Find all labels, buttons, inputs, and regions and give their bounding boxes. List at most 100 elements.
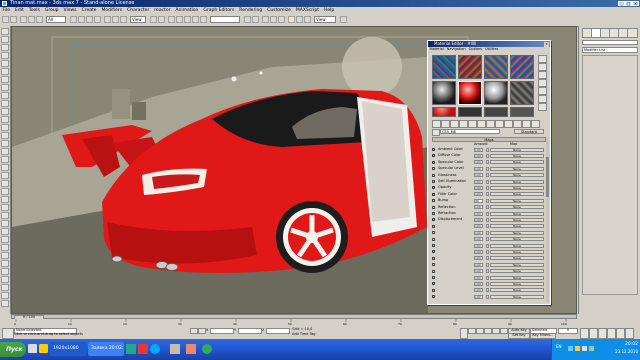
put-material-icon[interactable]	[441, 120, 450, 128]
map-amount-spinner[interactable]	[486, 288, 489, 293]
menu-maxscript[interactable]: MAXScript	[293, 7, 321, 14]
tool-icon-35[interactable]	[1, 300, 9, 307]
map-amount-field[interactable]: 100	[474, 160, 483, 165]
map-amount-spinner[interactable]	[486, 243, 489, 248]
tray-icon-1[interactable]	[568, 346, 573, 351]
material-slot-3[interactable]	[484, 55, 508, 79]
map-slot-button[interactable]: None	[490, 153, 544, 158]
show-map-icon[interactable]	[504, 120, 513, 128]
material-effects-icon[interactable]	[495, 120, 504, 128]
map-enable-checkbox[interactable]	[432, 212, 435, 215]
taskbar-app-icon-2[interactable]	[138, 344, 148, 354]
map-enable-checkbox[interactable]	[432, 160, 435, 164]
prev-frame-icon[interactable]	[476, 328, 484, 334]
modifier-stack[interactable]	[582, 55, 638, 295]
tool-icon-32[interactable]	[1, 276, 9, 283]
menu-modifiers[interactable]: Modifiers	[99, 7, 125, 14]
assign-material-icon[interactable]	[450, 120, 459, 128]
add-time-tag[interactable]: Add Time Tag	[292, 332, 352, 337]
map-amount-field[interactable]: 100	[474, 192, 483, 197]
map-amount-spinner[interactable]	[486, 256, 489, 261]
map-enable-checkbox[interactable]	[432, 256, 435, 260]
tool-icon-23[interactable]	[1, 204, 9, 211]
map-amount-spinner[interactable]	[486, 217, 489, 222]
select-move-icon[interactable]	[104, 16, 111, 23]
material-slot-7[interactable]	[484, 81, 508, 105]
menu-file[interactable]: File	[0, 7, 13, 14]
map-enable-checkbox[interactable]	[432, 205, 435, 209]
map-enable-checkbox[interactable]	[432, 192, 435, 196]
material-editor-icon[interactable]	[288, 16, 295, 23]
task-zayavka[interactable]: Заявка 20:02:11	[88, 342, 124, 356]
tool-icon-28[interactable]	[1, 244, 9, 251]
window-crossing-icon[interactable]	[94, 16, 101, 23]
tool-icon-22[interactable]	[1, 196, 9, 203]
clock-time[interactable]: 20:02	[612, 342, 638, 348]
unlink-icon[interactable]	[28, 16, 35, 23]
mated-menu-material[interactable]: Material	[428, 47, 445, 51]
field-of-view-icon[interactable]	[589, 328, 598, 339]
material-slot-6-active[interactable]	[458, 81, 482, 105]
map-slot-button[interactable]: None	[490, 237, 544, 242]
map-amount-spinner[interactable]	[486, 192, 489, 197]
map-enable-checkbox[interactable]	[432, 173, 435, 177]
menu-graph-editors[interactable]: Graph Editors	[201, 7, 237, 14]
options-icon[interactable]	[538, 103, 547, 111]
menu-character[interactable]: Character	[125, 7, 152, 14]
language-indicator[interactable]: EN	[556, 344, 566, 350]
tool-icon-3[interactable]	[1, 44, 9, 51]
map-amount-spinner[interactable]	[486, 198, 489, 203]
mated-scrollbar[interactable]	[546, 137, 549, 302]
material-slot-12[interactable]	[510, 107, 534, 117]
select-scale-icon[interactable]	[120, 16, 127, 23]
mated-menu-options[interactable]: Options	[467, 47, 484, 51]
show-end-result-icon[interactable]	[513, 120, 522, 128]
tool-icon-29[interactable]	[1, 252, 9, 259]
tool-icon-25[interactable]	[1, 220, 9, 227]
ref-coord-dropdown[interactable]: View	[130, 16, 146, 23]
map-enable-checkbox[interactable]	[432, 154, 435, 158]
copy-material-icon[interactable]	[468, 120, 477, 128]
map-amount-field[interactable]: 100	[474, 294, 483, 299]
tool-icon-6[interactable]	[1, 68, 9, 75]
maps-rollout-header[interactable]: Maps	[432, 137, 546, 142]
menu-group[interactable]: Group	[42, 7, 61, 14]
map-slot-button[interactable]: None	[490, 249, 544, 254]
arc-rotate-icon[interactable]	[616, 328, 625, 339]
material-slot-1[interactable]	[432, 55, 456, 79]
map-enable-checkbox[interactable]	[432, 282, 435, 286]
map-slot-button[interactable]: None	[490, 288, 544, 293]
map-amount-field[interactable]: 100	[474, 288, 483, 293]
tool-icon-26[interactable]	[1, 228, 9, 235]
tool-icon-18[interactable]	[1, 164, 9, 171]
tool-icon-33[interactable]	[1, 284, 9, 291]
map-amount-field[interactable]: 100	[474, 211, 483, 216]
material-slot-9[interactable]	[432, 107, 456, 117]
map-amount-field[interactable]: 100	[474, 230, 483, 235]
select-object-icon[interactable]	[70, 16, 77, 23]
material-slot-2[interactable]	[458, 55, 482, 79]
tool-icon-15[interactable]	[1, 140, 9, 147]
tool-icon-4[interactable]	[1, 52, 9, 59]
make-unique-icon[interactable]	[477, 120, 486, 128]
current-frame-field[interactable]: 0	[558, 328, 578, 334]
map-slot-button[interactable]: None	[490, 262, 544, 267]
map-slot-button[interactable]: None	[490, 192, 544, 197]
maxscript-listener-icon[interactable]	[2, 328, 14, 339]
task-1920x1080[interactable]: 1920x1080	[50, 342, 86, 356]
next-frame-icon[interactable]	[492, 328, 500, 334]
rect-selection-icon[interactable]	[86, 16, 93, 23]
tool-icon-10[interactable]	[1, 100, 9, 107]
map-amount-spinner[interactable]	[486, 281, 489, 286]
map-enable-checkbox[interactable]	[432, 231, 435, 235]
mirror-icon[interactable]	[244, 16, 251, 23]
maximize-button[interactable]: □	[625, 1, 632, 6]
pick-material-icon[interactable]	[432, 129, 440, 136]
tool-icon-31[interactable]	[1, 268, 9, 275]
sample-type-icon[interactable]	[538, 55, 547, 63]
map-enable-checkbox[interactable]	[432, 288, 435, 292]
start-button[interactable]: Пуск	[0, 342, 26, 357]
tool-icon-17[interactable]	[1, 156, 9, 163]
map-slot-button[interactable]: None	[490, 147, 544, 152]
map-slot-button[interactable]: None	[490, 243, 544, 248]
